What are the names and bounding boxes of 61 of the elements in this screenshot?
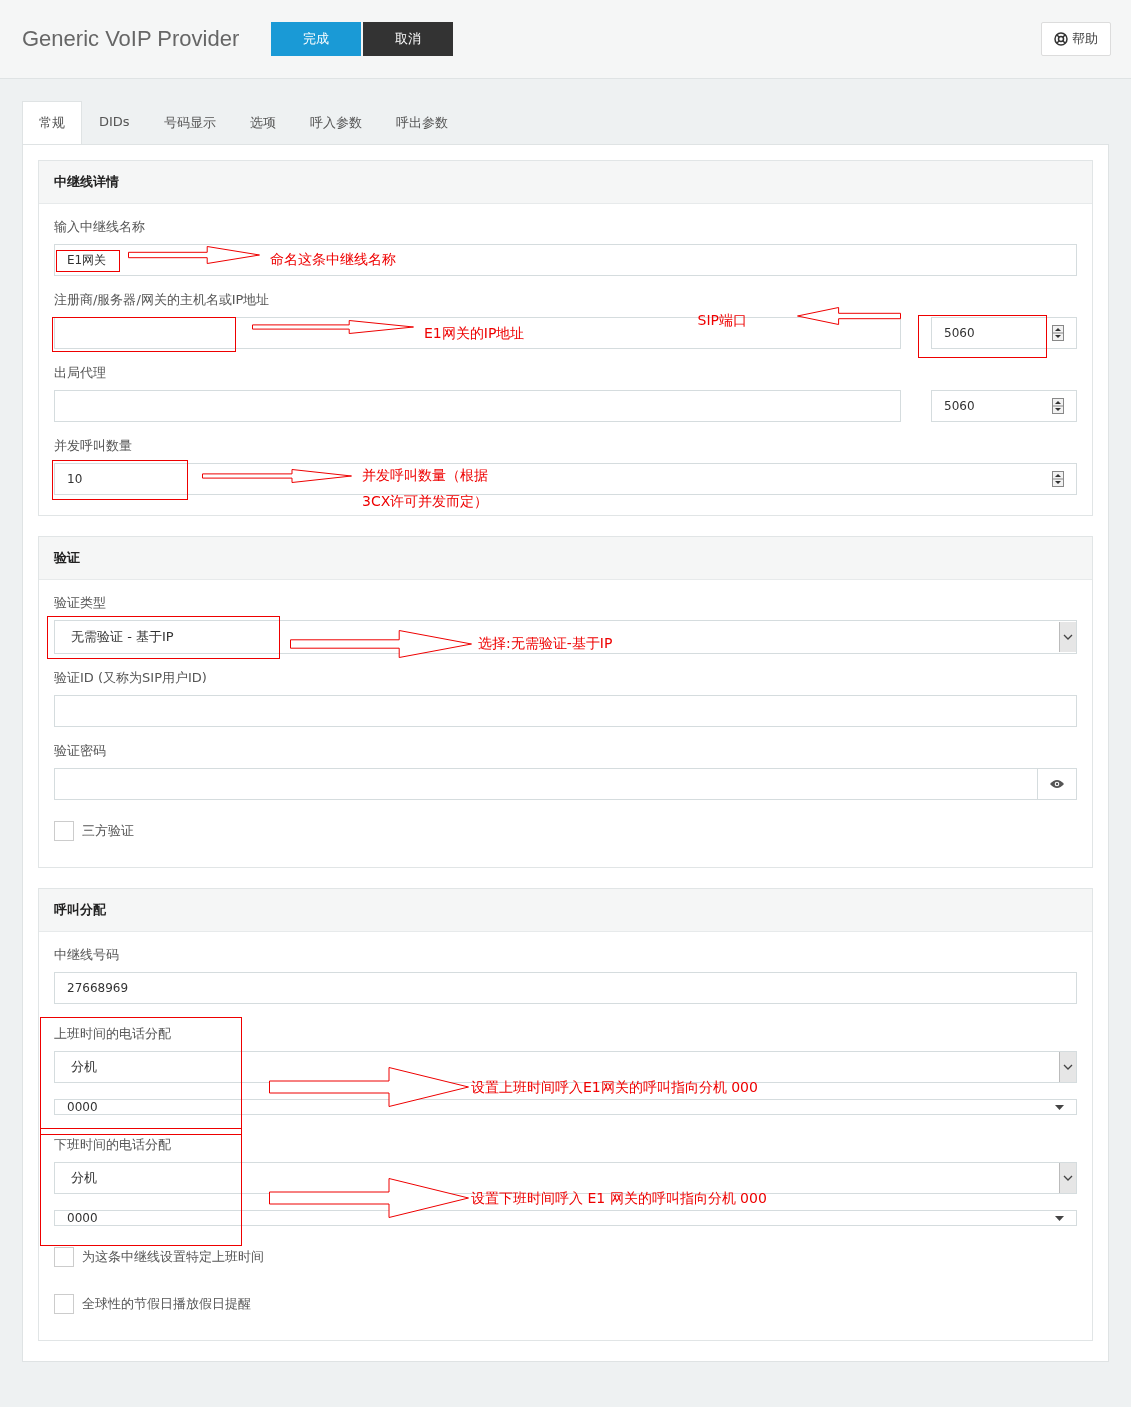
checkbox-label: 全球性的节假日播放假日提醒 [82,1295,251,1313]
checkbox-label: 为这条中继线设置特定上班时间 [82,1248,264,1266]
arrow-icon [202,469,352,483]
field-label: 上班时间的电话分配 [54,1025,172,1043]
arrow-icon [797,307,901,325]
checkbox-label: 三方验证 [82,822,134,840]
tab[interactable]: 呼出参数 [378,101,465,144]
page-title: Generic VoIP Provider [22,26,240,52]
field-label: 验证ID (又称为SIP用户ID) [54,669,208,687]
field-label: 中继线号码 [54,946,120,964]
tab[interactable]: 呼入参数 [292,101,379,144]
combo-field[interactable]: 0000 [54,1210,1077,1226]
lifebuoy-icon [1054,32,1068,46]
field-label: 出局代理 [54,364,107,382]
field-label: 验证密码 [54,742,107,760]
arrow-icon [290,630,472,658]
arrow-icon [128,246,260,264]
cancel-button[interactable]: 取消 [363,22,454,56]
tab[interactable]: 号码显示 [146,101,233,144]
spinner-icon[interactable] [1052,398,1064,414]
dropdown-button[interactable] [1059,622,1076,652]
section-title: 呼叫分配 [39,889,1092,932]
field-label: 验证类型 [54,594,107,612]
chevron-icon [1063,1175,1073,1181]
section-title: 验证 [39,537,1092,580]
checkbox[interactable] [54,1247,74,1267]
port-field[interactable]: 5060 [931,317,1077,349]
annotation-text: E1网关的IP地址 [424,324,525,343]
annotation-text: 并发呼叫数量（根据 [362,466,489,485]
arrow-icon [269,1067,469,1107]
annotation-text: 选择:无需验证-基于IP [478,634,613,653]
arrow-icon [269,1178,469,1218]
field-label: 下班时间的电话分配 [54,1136,172,1154]
input-field[interactable] [54,695,1077,727]
annotation-text: SIP端口 [697,311,747,330]
caret-icon[interactable] [1055,1215,1064,1221]
input-field[interactable] [54,390,901,422]
field-label: 并发呼叫数量 [54,437,133,455]
spinner-icon[interactable] [1052,325,1064,341]
spinner-icon[interactable] [1052,471,1064,487]
annotation-text: 命名这条中继线名称 [270,250,396,269]
checkbox[interactable] [54,821,74,841]
tab[interactable]: 选项 [232,101,293,144]
section-title: 中继线详情 [39,161,1092,204]
checkbox[interactable] [54,1294,74,1314]
dropdown-button[interactable] [1059,1163,1076,1193]
annotation-text: 3CX许可并发而定） [362,492,489,511]
password-field[interactable] [54,768,1077,800]
dropdown-button[interactable] [1059,1052,1076,1082]
caret-icon[interactable] [1055,1104,1064,1110]
port-field[interactable]: 5060 [931,390,1077,422]
help-button[interactable]: 帮助 [1041,22,1111,56]
arrow-icon [252,320,414,334]
field-label: 注册商/服务器/网关的主机名或IP地址 [54,291,271,309]
field-label: 输入中继线名称 [54,218,146,236]
tab[interactable]: DIDs [82,101,147,144]
tab[interactable]: 常规 [22,101,82,144]
chevron-icon [1063,634,1073,640]
input-field[interactable]: 27668969 [54,972,1077,1004]
combo-field[interactable]: 0000 [54,1099,1077,1115]
chevron-icon [1063,1064,1073,1070]
